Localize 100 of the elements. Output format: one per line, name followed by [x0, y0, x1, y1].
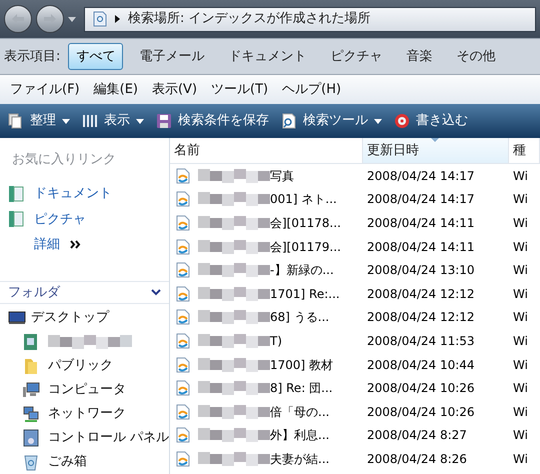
column-header[interactable]: 種: [509, 138, 540, 163]
modified-date: 2008/04/24 11:53: [366, 332, 476, 350]
file-type: Wi: [512, 380, 528, 398]
file-type: Wi: [512, 332, 528, 350]
filter-tab[interactable]: その他: [448, 42, 504, 70]
file-type: Wi: [512, 450, 528, 468]
file-type: Wi: [512, 286, 528, 303]
pixelated-text-placeholder: [198, 310, 270, 324]
modified-date: 2008/04/24 14:17: [366, 168, 476, 185]
filter-tab[interactable]: ドキュメント: [220, 42, 314, 70]
modified-date: 2008/04/24 14:11: [366, 214, 476, 232]
control-panel-icon: [22, 429, 40, 447]
search-folder-icon: [93, 11, 107, 27]
modified-date: 2008/04/24 14:17: [366, 191, 476, 208]
file-type: Wi: [512, 309, 528, 326]
file-name: 8] Re: 団...: [270, 380, 333, 398]
email-file-icon: [176, 380, 190, 396]
back-button[interactable]: [4, 5, 32, 33]
library-icon: [8, 210, 24, 228]
library-icon: [8, 185, 24, 204]
modified-date: 2008/04/24 10:44: [366, 356, 476, 374]
file-name: 1701] Re:...: [270, 286, 340, 303]
pixelated-text-placeholder: [198, 286, 270, 301]
toolbar-button[interactable]: 書き込む: [394, 111, 468, 131]
email-file-icon: [176, 427, 190, 444]
caret-icon: [374, 118, 382, 124]
tree-item[interactable]: ネットワーク: [0, 402, 169, 426]
tree-item[interactable]: コントロール パネル: [0, 426, 169, 450]
pixelated-text-placeholder: [198, 192, 270, 206]
right-arrow-icon: [44, 14, 56, 24]
pixelated-text-placeholder: [198, 263, 270, 278]
email-file-icon: [176, 356, 190, 373]
pixelated-text-placeholder: [198, 334, 270, 348]
column-header[interactable]: 更新日時: [363, 138, 509, 163]
menu-item[interactable]: 編集(E): [94, 80, 138, 100]
file-name: 倍「母の...: [270, 404, 330, 421]
tree-item[interactable]: ごみ箱: [0, 450, 169, 474]
filter-tab[interactable]: すべて: [68, 42, 124, 70]
file-type: Wi: [512, 238, 528, 256]
file-name: 外】利息...: [270, 427, 330, 444]
file-type: Wi: [512, 168, 528, 185]
file-name: 写真: [270, 168, 294, 185]
filter-tab[interactable]: 電子メール: [131, 42, 212, 70]
contact-book-icon: [22, 333, 40, 351]
pixelated-text-placeholder: [198, 358, 270, 372]
file-name: 会][01179...: [270, 238, 341, 256]
toolbar-button[interactable]: 検索条件を保存: [156, 111, 269, 131]
menu-item[interactable]: 表示(V): [152, 80, 198, 100]
pixelated-text-placeholder: [198, 216, 270, 230]
modified-date: 2008/04/24 10:26: [366, 404, 476, 421]
address-bar[interactable]: 検索場所: インデックスが作成された場所: [84, 6, 536, 32]
list-view-icon: [82, 113, 98, 129]
stacked-pages-icon: [8, 113, 24, 129]
folders-header[interactable]: フォルダ: [0, 280, 169, 304]
left-arrow-icon: [12, 14, 24, 24]
modified-date: 2008/04/24 8:26: [366, 450, 468, 468]
network-computers-icon: [22, 405, 40, 423]
favorite-link[interactable]: ドキュメント: [0, 182, 169, 207]
more-link[interactable]: 詳細: [0, 232, 169, 258]
file-name: 68] うる...: [270, 309, 330, 326]
filter-tab[interactable]: 音楽: [398, 42, 440, 70]
modified-date: 2008/04/24 14:11: [366, 238, 476, 256]
pixelated-text-placeholder: [198, 404, 270, 419]
tree-item[interactable]: デスクトップ: [0, 306, 169, 330]
modified-date: 2008/04/24 8:27: [366, 427, 468, 444]
modified-date: 2008/04/24 13:10: [366, 262, 476, 280]
tree-item[interactable]: コンピュータ: [0, 378, 169, 402]
file-type: Wi: [512, 262, 528, 280]
recycle-bin-icon: [22, 453, 40, 471]
menu-item[interactable]: ヘルプ(H): [282, 80, 342, 100]
email-file-icon: [176, 262, 190, 278]
pixelated-text-placeholder: [198, 381, 270, 396]
double-chevron-icon: [70, 240, 81, 250]
file-type: Wi: [512, 356, 528, 374]
toolbar-button[interactable]: 検索ツール: [281, 111, 382, 131]
forward-button[interactable]: [36, 5, 64, 33]
file-type: Wi: [512, 191, 528, 208]
file-type: Wi: [512, 427, 528, 444]
computer-icon: [22, 381, 40, 399]
favorites-title: お気に入りリンク: [11, 151, 117, 169]
caret-icon: [62, 118, 70, 124]
favorite-link[interactable]: ピクチャ: [0, 206, 169, 232]
menu-item[interactable]: ファイル(F): [10, 80, 80, 100]
pixelated-text-placeholder: [198, 168, 270, 183]
filter-label: 表示項目:: [4, 48, 60, 66]
chevron-icon[interactable]: [151, 288, 161, 296]
file-name: 1700] 教材: [270, 356, 334, 374]
pixelated-text-placeholder: [198, 240, 270, 254]
email-file-icon: [176, 238, 190, 255]
tree-item[interactable]: パブリック: [0, 354, 169, 378]
filter-tab[interactable]: ピクチャ: [322, 42, 390, 70]
email-file-icon: [176, 168, 190, 184]
pixelated-text-placeholder: [198, 428, 270, 442]
modified-date: 2008/04/24 12:12: [366, 286, 476, 303]
toolbar-button[interactable]: 表示: [82, 111, 144, 131]
email-file-icon: [176, 332, 190, 349]
folders-title: フォルダ: [8, 284, 60, 302]
menu-item[interactable]: ツール(T): [211, 80, 268, 100]
email-file-icon: [176, 214, 190, 231]
toolbar-button[interactable]: 整理: [8, 111, 70, 131]
